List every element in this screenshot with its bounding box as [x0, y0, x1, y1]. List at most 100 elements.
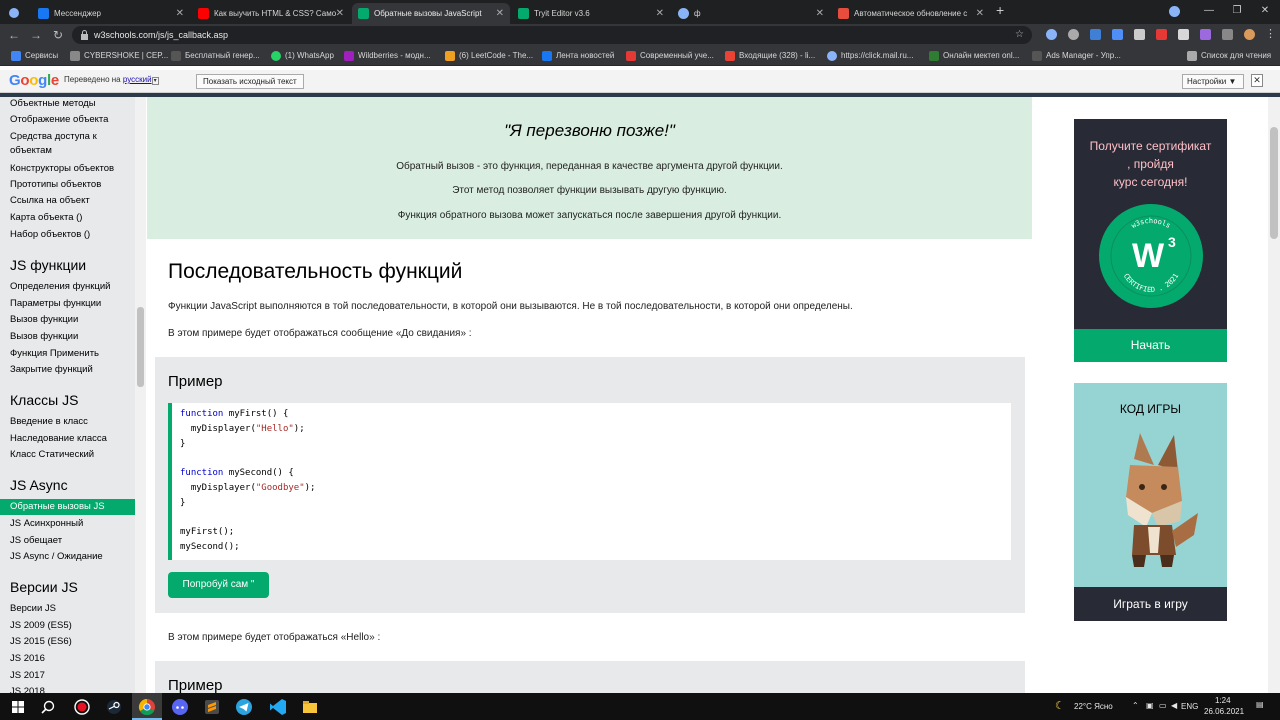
sidebar-item[interactable]: Наследование класса: [0, 432, 135, 445]
reload-icon[interactable]: ↻: [49, 26, 67, 44]
tab-close-icon[interactable]: ✕: [656, 3, 664, 24]
tab-messenger[interactable]: Мессенджер ✕: [32, 3, 190, 24]
sidebar-item[interactable]: Вызов функции: [0, 313, 135, 326]
tray-icon[interactable]: ▣: [1146, 701, 1154, 710]
tab-tryit[interactable]: Tryit Editor v3.6 ✕: [512, 3, 670, 24]
sidebar-item[interactable]: JS 2016: [0, 652, 135, 665]
sidebar-item[interactable]: Вызов функции: [0, 330, 135, 343]
discord-icon[interactable]: [170, 697, 190, 717]
tab-youtube[interactable]: Как выучить HTML & CSS? Само ✕: [192, 3, 350, 24]
start-button[interactable]: Начать: [1074, 329, 1227, 362]
back-icon[interactable]: ←: [5, 26, 23, 44]
sidebar-item[interactable]: Набор объектов (): [0, 228, 135, 241]
bookmark-star-icon[interactable]: ☆: [1015, 26, 1024, 44]
steam-icon[interactable]: [104, 697, 124, 717]
bookmark-item[interactable]: Онлайн мектеп onl...: [929, 46, 1019, 66]
record-icon[interactable]: [72, 697, 92, 717]
sidebar-item[interactable]: Класс Статический: [0, 448, 135, 461]
bookmark-item[interactable]: Входящие (328) - li...: [725, 46, 815, 66]
clock-time[interactable]: 1:24: [1215, 696, 1231, 705]
bookmark-services[interactable]: Сервисы: [11, 46, 58, 66]
sidebar-item[interactable]: JS обещает: [0, 534, 135, 547]
code-game-ad[interactable]: КОД ИГРЫ Играть в игру: [1074, 383, 1227, 621]
tab-close-icon[interactable]: ✕: [496, 3, 504, 24]
extension-icon[interactable]: [1112, 29, 1123, 40]
clock-date[interactable]: 26.06.2021: [1204, 707, 1244, 716]
sidebar-item[interactable]: JS 2018: [0, 685, 135, 693]
tab-close-icon[interactable]: ✕: [976, 3, 984, 24]
bookmark-item[interactable]: CYBERSHOKE | CEP...: [70, 46, 168, 66]
close-window-icon[interactable]: ✕: [1250, 0, 1280, 22]
play-game-button[interactable]: Играть в игру: [1074, 587, 1227, 621]
sidebar-item[interactable]: объектам: [0, 144, 135, 157]
sidebar-item[interactable]: JS 2009 (ES5): [0, 619, 135, 632]
reading-list[interactable]: Список для чтения: [1187, 46, 1271, 66]
weather-text[interactable]: 22°C Ясно: [1074, 702, 1113, 711]
extension-icon[interactable]: [1200, 29, 1211, 40]
puzzle-icon[interactable]: [1222, 29, 1233, 40]
sidebar-item[interactable]: Закрытие функций: [0, 363, 135, 376]
sidebar-item[interactable]: Определения функций: [0, 280, 135, 293]
keyboard-language[interactable]: ENG: [1181, 702, 1198, 711]
sidebar-item[interactable]: Объектные методы: [0, 97, 135, 110]
sidebar-item[interactable]: Конструкторы объектов: [0, 162, 135, 175]
sidebar-item[interactable]: Карта объекта (): [0, 211, 135, 224]
tab-close-icon[interactable]: ✕: [336, 3, 344, 24]
tab-search[interactable]: ф ✕: [672, 3, 830, 24]
page-scrollbar[interactable]: [1268, 97, 1280, 693]
bookmark-item[interactable]: Ads Manager - Упр...: [1032, 46, 1121, 66]
scrollbar-thumb[interactable]: [137, 307, 144, 387]
bookmark-item[interactable]: Бесплатный генер...: [171, 46, 260, 66]
vscode-icon[interactable]: [268, 697, 288, 717]
sidebar-item[interactable]: Ссылка на объект: [0, 194, 135, 207]
sidebar-item[interactable]: Параметры функции: [0, 297, 135, 310]
extension-icon[interactable]: [1178, 29, 1189, 40]
address-bar[interactable]: w3schools.com/js/js_callback.asp ☆: [72, 26, 1032, 44]
notifications-icon[interactable]: ▤: [1256, 700, 1264, 709]
restore-icon[interactable]: ❐: [1222, 0, 1252, 22]
search-icon[interactable]: [38, 697, 58, 717]
windows-start-icon[interactable]: [8, 697, 28, 717]
sidebar-item[interactable]: Отображение объекта: [0, 113, 135, 126]
tab-auto-update[interactable]: Автоматическое обновление с ✕: [832, 3, 990, 24]
translate-settings-button[interactable]: Настройки ▼: [1182, 74, 1244, 89]
file-explorer-icon[interactable]: [300, 697, 320, 717]
sidebar-item[interactable]: Средства доступа к: [0, 130, 135, 143]
bookmark-item[interactable]: https://click.mail.ru...: [827, 46, 913, 66]
bookmark-item[interactable]: (1) WhatsApp: [271, 46, 334, 66]
profile-icon[interactable]: [1169, 6, 1180, 17]
new-tab-button[interactable]: +: [996, 2, 1004, 18]
tab-close-icon[interactable]: ✕: [816, 3, 824, 24]
sublime-text-icon[interactable]: [202, 697, 222, 717]
bookmark-item[interactable]: Wildberries - модн...: [344, 46, 431, 66]
extension-icon[interactable]: [1134, 29, 1145, 40]
sidebar-item[interactable]: Версии JS: [0, 602, 135, 615]
forward-icon[interactable]: →: [27, 26, 45, 44]
show-original-button[interactable]: Показать исходный текст: [196, 74, 304, 89]
extension-icon[interactable]: [1090, 29, 1101, 40]
volume-icon[interactable]: ◀: [1171, 701, 1177, 710]
sidebar-item[interactable]: JS Async / Ожидание: [0, 550, 135, 563]
sidebar-item[interactable]: JS Асинхронный: [0, 517, 135, 530]
menu-dots-icon[interactable]: ⋮: [1265, 27, 1276, 40]
bookmark-item[interactable]: Лента новостей: [542, 46, 614, 66]
sidebar-scrollbar[interactable]: [135, 97, 146, 693]
extension-icon[interactable]: [1046, 29, 1057, 40]
language-select[interactable]: русский: [123, 75, 152, 84]
certificate-ad[interactable]: Получите сертификат , пройдя курс сегодн…: [1074, 119, 1227, 362]
chrome-menu-icon[interactable]: [8, 6, 20, 18]
extension-icon[interactable]: [1156, 29, 1167, 40]
sidebar-item[interactable]: JS 2017: [0, 669, 135, 682]
minimize-icon[interactable]: —: [1194, 0, 1224, 22]
tray-chevron-icon[interactable]: ⌃: [1132, 701, 1139, 710]
bookmark-item[interactable]: Современный учe...: [626, 46, 714, 66]
tab-callbacks[interactable]: Обратные вызовы JavaScript ✕: [352, 3, 510, 24]
scrollbar-thumb[interactable]: [1270, 127, 1278, 239]
close-icon[interactable]: ✕: [1251, 74, 1263, 87]
bookmark-item[interactable]: (6) LeetCode - The...: [445, 46, 533, 66]
chrome-icon[interactable]: [137, 697, 157, 717]
sidebar-item-callbacks[interactable]: Обратные вызовы JS: [0, 499, 135, 515]
telegram-icon[interactable]: [234, 697, 254, 717]
sidebar-item[interactable]: JS 2015 (ES6): [0, 635, 135, 648]
network-icon[interactable]: ▭: [1159, 701, 1167, 710]
